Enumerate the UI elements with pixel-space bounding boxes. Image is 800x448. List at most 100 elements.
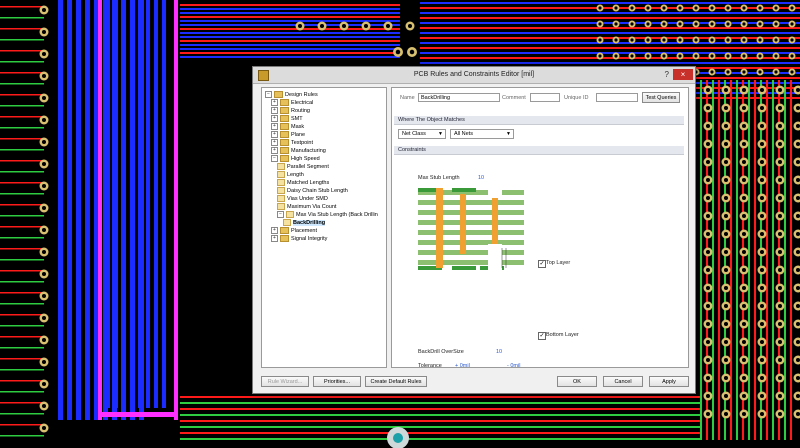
pcb-trace xyxy=(0,325,44,327)
tree-item[interactable]: Parallel Segment xyxy=(277,163,329,171)
expand-icon[interactable]: + xyxy=(271,107,278,115)
tolerance-minus-value[interactable]: - 0mil xyxy=(507,363,520,369)
backdrill-diagram xyxy=(418,188,524,272)
expand-icon[interactable]: + xyxy=(271,147,278,155)
scope-select[interactable]: Net Class ▼ xyxy=(398,129,446,139)
expand-icon[interactable]: + xyxy=(271,131,278,139)
expand-icon[interactable]: + xyxy=(271,115,278,123)
pcb-trace xyxy=(0,204,44,206)
tree-item-label: Plane xyxy=(291,132,306,138)
pcb-pad-hole xyxy=(795,231,800,237)
oversize-value[interactable]: 10 xyxy=(496,349,502,355)
pcb-pad-hole xyxy=(758,70,762,74)
board-layer xyxy=(418,240,524,245)
pcb-trace xyxy=(748,80,750,440)
expand-icon[interactable]: + xyxy=(271,235,278,243)
tree-item[interactable]: − High Speed xyxy=(271,155,320,163)
pcb-pad-hole xyxy=(741,141,747,147)
tree-item[interactable]: Maximum Via Count xyxy=(277,203,336,211)
tree-item[interactable]: Daisy Chain Stub Length xyxy=(277,187,348,195)
pcb-pad-hole xyxy=(723,267,729,273)
pcb-pad-hole xyxy=(409,49,415,55)
outer-pad xyxy=(452,266,476,270)
expand-icon[interactable]: + xyxy=(271,139,278,147)
create-default-rules-button[interactable]: Create Default Rules xyxy=(365,376,427,387)
rules-tree[interactable]: − Design Rules + Electrical + Routing + SMT + Mas… xyxy=(261,87,387,368)
tree-item[interactable]: − Design Rules xyxy=(265,91,318,99)
pcb-pad-hole xyxy=(614,54,618,58)
tree-item[interactable]: + Electrical xyxy=(271,99,313,107)
pcb-pad-hole xyxy=(723,195,729,201)
pcb-pad-hole xyxy=(795,177,800,183)
rule-wizard-button[interactable]: Rule Wizard... xyxy=(261,376,309,387)
pcb-trace xyxy=(0,83,44,85)
tree-item[interactable]: + Mask xyxy=(271,123,304,131)
pcb-trace xyxy=(180,402,700,404)
pcb-pad-hole xyxy=(705,177,711,183)
expand-icon[interactable]: + xyxy=(271,123,278,131)
chevron-down-icon: ▼ xyxy=(506,131,511,137)
name-field[interactable]: BackDrilling xyxy=(418,93,500,102)
priorities-button[interactable]: Priorities... xyxy=(313,376,361,387)
pcb-pad-hole xyxy=(630,6,634,10)
tree-item[interactable]: Vias Under SMD xyxy=(277,195,328,203)
pcb-pad-hole xyxy=(741,123,747,129)
drill-barrel-left xyxy=(436,188,443,268)
pcb-pad-hole xyxy=(741,267,747,273)
pcb-pad-hole xyxy=(705,339,711,345)
collapse-icon[interactable]: − xyxy=(271,155,278,163)
pcb-pad-hole xyxy=(741,249,747,255)
pcb-pad-hole xyxy=(759,159,765,165)
tree-item[interactable]: + Testpoint xyxy=(271,139,313,147)
pcb-trace xyxy=(180,16,400,18)
target-select[interactable]: All Nets ▼ xyxy=(450,129,514,139)
cancel-button[interactable]: Cancel xyxy=(603,376,643,387)
pcb-trace xyxy=(0,303,44,305)
pcb-pad-hole xyxy=(678,38,682,42)
collapse-icon[interactable]: − xyxy=(265,91,272,99)
folder-icon xyxy=(280,99,289,107)
tree-item[interactable]: + Placement xyxy=(271,227,317,235)
comment-field[interactable] xyxy=(530,93,560,102)
pcb-pad-hole xyxy=(759,123,765,129)
expand-icon[interactable]: + xyxy=(271,227,278,235)
tree-item[interactable]: + Routing xyxy=(271,107,310,115)
pcb-pad-hole xyxy=(759,177,765,183)
tree-item[interactable]: Length xyxy=(277,171,304,179)
max-stub-value[interactable]: 10 xyxy=(478,175,484,181)
pcb-pad-hole xyxy=(598,38,602,42)
scope-value: Net Class xyxy=(402,131,426,137)
ok-button[interactable]: OK xyxy=(557,376,597,387)
pcb-pad-hole xyxy=(662,38,666,42)
pcb-pad-hole xyxy=(705,159,711,165)
title-bar[interactable]: PCB Rules and Constraints Editor [mil] ?… xyxy=(253,67,695,84)
tree-item[interactable]: + Plane xyxy=(271,131,305,139)
collapse-icon[interactable]: − xyxy=(277,211,284,219)
pcb-trace xyxy=(146,0,150,408)
tree-item[interactable]: − Max Via Stub Length (Back Drillin xyxy=(277,211,378,219)
apply-button[interactable]: Apply xyxy=(649,376,689,387)
tree-item[interactable]: BackDrilling xyxy=(283,219,326,227)
expand-icon[interactable]: + xyxy=(271,99,278,107)
pcb-pad-hole xyxy=(777,303,783,309)
pcb-pad-hole xyxy=(777,339,783,345)
tree-item[interactable]: Matched Lengths xyxy=(277,179,329,187)
test-queries-button[interactable]: Test Queries xyxy=(642,92,680,103)
tolerance-plus-value[interactable]: + 0mil xyxy=(455,363,470,369)
top-layer-checkbox[interactable]: ✓ xyxy=(538,260,546,268)
bottom-layer-checkbox[interactable]: ✓ xyxy=(538,332,546,340)
pcb-pad-hole xyxy=(759,231,765,237)
close-icon[interactable]: × xyxy=(673,69,693,80)
pcb-pad-hole xyxy=(742,38,746,42)
rule-properties-panel: Name BackDrilling Comment Unique ID Test… xyxy=(391,87,689,369)
tree-item[interactable]: + Manufacturing xyxy=(271,147,326,155)
pcb-pad-hole xyxy=(723,105,729,111)
folder-icon xyxy=(280,227,289,235)
tree-item[interactable]: + SMT xyxy=(271,115,303,123)
tolerance-label: Tolerance xyxy=(418,363,442,369)
bottom-layer-label: Bottom Layer xyxy=(546,332,579,338)
tree-item[interactable]: + Signal Integrity xyxy=(271,235,327,243)
unique-id-field[interactable] xyxy=(596,93,638,102)
help-icon[interactable]: ? xyxy=(665,70,669,79)
pcb-pad-hole xyxy=(297,23,303,29)
